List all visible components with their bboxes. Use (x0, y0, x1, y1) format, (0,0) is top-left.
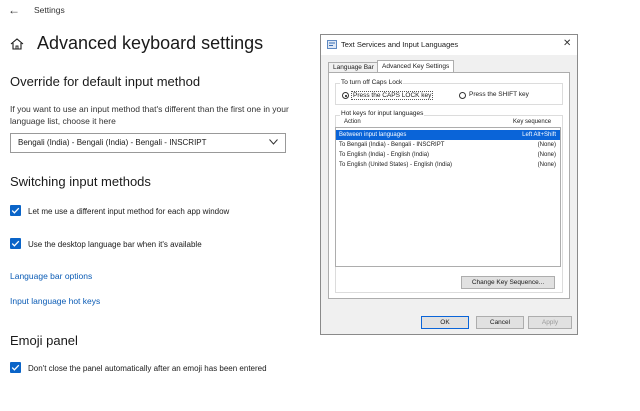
row-action: To English (India) - English (India) (339, 152, 430, 158)
desktop-language-bar-label: Use the desktop language bar when it's a… (28, 240, 202, 249)
desktop-language-bar-checkbox[interactable] (10, 238, 21, 249)
row-action: To English (United States) - English (In… (339, 162, 453, 168)
dialog-titlebar[interactable]: Text Services and Input Languages ✕ (321, 35, 577, 55)
checkmark-icon (11, 207, 20, 214)
emoji-heading: Emoji panel (10, 333, 78, 348)
text-services-dialog: Text Services and Input Languages ✕ Lang… (320, 34, 578, 335)
row-key: (None) (537, 162, 556, 168)
col-key-header: Key sequence (513, 119, 552, 125)
input-method-dropdown[interactable]: Bengali (India) - Bengali (India) - Beng… (10, 133, 286, 153)
hotkeys-list[interactable]: Between input languages Left Alt+Shift T… (335, 127, 561, 267)
per-app-input-label: Let me use a different input method for … (28, 207, 230, 216)
cancel-button[interactable]: Cancel (476, 316, 524, 329)
window-titlebar: ← Settings (0, 0, 640, 22)
row-key: (None) (537, 142, 556, 148)
row-action: To Bengali (India) - Bengali - INSCRIPT (339, 142, 445, 148)
apply-button[interactable]: Apply (528, 316, 572, 329)
per-app-input-checkbox[interactable] (10, 205, 21, 216)
home-icon (10, 38, 24, 50)
page-title: Advanced keyboard settings (37, 33, 264, 53)
row-key: Left Alt+Shift (522, 132, 556, 138)
caps-lock-radio[interactable] (342, 92, 349, 99)
table-row[interactable]: Between input languages Left Alt+Shift (336, 130, 560, 140)
override-heading: Override for default input method (10, 74, 201, 89)
checkmark-icon (11, 364, 20, 371)
close-icon[interactable]: ✕ (563, 38, 571, 49)
dialog-title: Text Services and Input Languages (341, 40, 459, 49)
table-row[interactable]: To English (United States) - English (In… (336, 160, 560, 170)
shift-radio-label: Press the SHIFT key (469, 91, 529, 98)
hotkeys-group-label: Hot keys for input languages (340, 110, 425, 117)
checkmark-icon (11, 240, 20, 247)
chevron-down-icon (269, 139, 278, 145)
ok-button[interactable]: OK (421, 316, 469, 329)
table-row[interactable]: To Bengali (India) - Bengali - INSCRIPT … (336, 140, 560, 150)
keyboard-icon (327, 40, 337, 49)
change-key-sequence-button[interactable]: Change Key Sequence... (461, 276, 555, 289)
language-bar-options-link[interactable]: Language bar options (10, 271, 92, 281)
table-row[interactable]: To English (India) - English (India) (No… (336, 150, 560, 160)
window-title: Settings (34, 5, 65, 15)
input-method-selected: Bengali (India) - Bengali (India) - Beng… (18, 138, 207, 147)
row-action: Between input languages (339, 132, 407, 138)
caps-lock-group-label: To turn off Caps Lock (340, 79, 404, 86)
col-action-header: Action (344, 119, 361, 125)
back-arrow-icon[interactable]: ← (8, 3, 20, 17)
tab-language-bar[interactable]: Language Bar (328, 62, 379, 72)
switching-heading: Switching input methods (10, 174, 151, 189)
override-description: If you want to use an input method that'… (10, 104, 289, 126)
caps-lock-radio-label: Press the CAPS LOCK key (351, 91, 434, 100)
input-language-hot-keys-link[interactable]: Input language hot keys (10, 296, 100, 306)
emoji-keep-open-label: Don't close the panel automatically afte… (28, 364, 267, 373)
emoji-keep-open-checkbox[interactable] (10, 362, 21, 373)
row-key: (None) (537, 152, 556, 158)
shift-radio[interactable] (459, 92, 466, 99)
